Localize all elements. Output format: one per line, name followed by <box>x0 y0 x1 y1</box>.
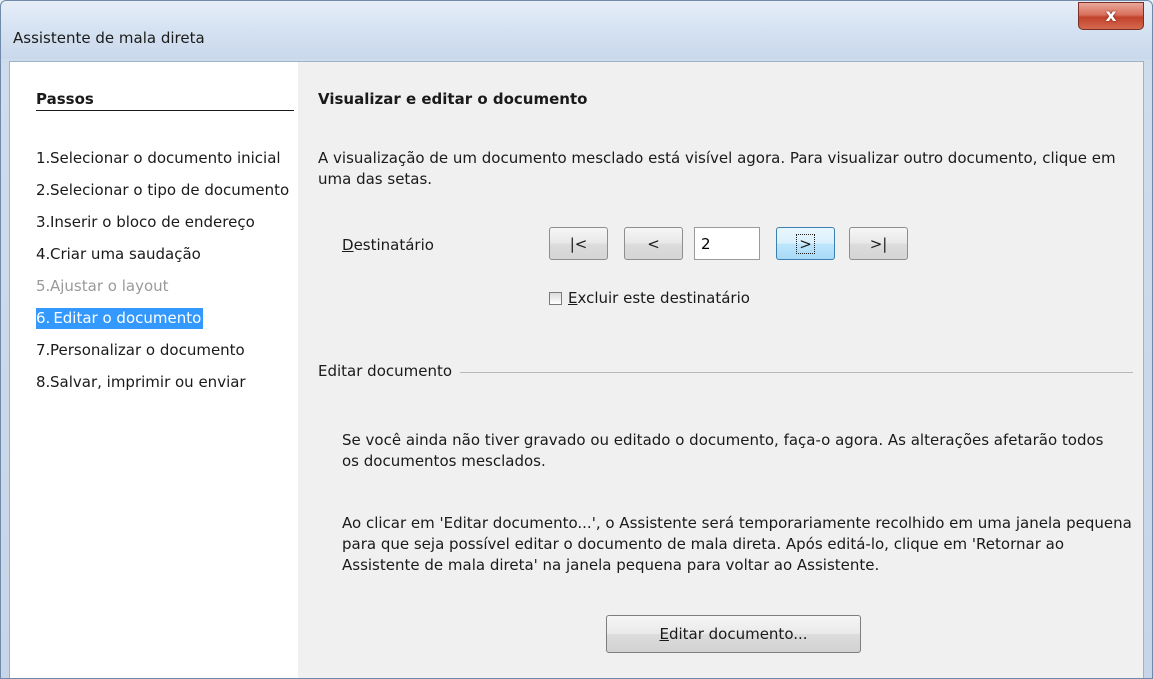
first-recipient-button[interactable]: |< <box>549 227 608 260</box>
next-recipient-button[interactable]: > <box>776 227 835 260</box>
recipient-label: Destinatário <box>342 236 434 254</box>
close-icon: x <box>1105 6 1117 26</box>
edit-document-button-label: Editar documento... <box>659 625 808 643</box>
step-highlight: 6. Editar o documento <box>36 308 204 329</box>
first-icon: |< <box>569 234 588 253</box>
steps-title: Passos <box>36 90 294 111</box>
step-3[interactable]: 3. Inserir o bloco de endereço <box>36 212 294 233</box>
previous-icon: < <box>647 234 660 253</box>
close-button[interactable]: x <box>1078 2 1144 30</box>
step-number: 7. <box>36 341 51 359</box>
step-label: Inserir o bloco de endereço <box>50 213 255 231</box>
step-2[interactable]: 2. Selecionar o tipo de documento <box>36 180 294 201</box>
step-label: Selecionar o documento inicial <box>50 149 281 167</box>
step-label: Salvar, imprimir ou enviar <box>50 373 246 391</box>
window-title: Assistente de mala direta <box>13 29 205 47</box>
step-label: Ajustar o layout <box>50 277 169 295</box>
step-number: 2. <box>36 181 51 199</box>
mail-merge-wizard-window: Assistente de mala direta x Passos 1. Se… <box>0 0 1153 679</box>
step-number: 8. <box>36 373 51 391</box>
last-icon: >| <box>869 234 888 253</box>
last-recipient-button[interactable]: >| <box>849 227 908 260</box>
page-title: Visualizar e editar o documento <box>318 90 588 108</box>
previous-recipient-button[interactable]: < <box>624 227 683 260</box>
step-4[interactable]: 4. Criar uma saudação <box>36 244 294 265</box>
step-label: Personalizar o documento <box>50 341 245 359</box>
step-1[interactable]: 1. Selecionar o documento inicial <box>36 148 294 169</box>
step-number: 4. <box>36 245 51 263</box>
steps-list: 1. Selecionar o documento inicial 2. Sel… <box>36 148 294 404</box>
next-icon: > <box>796 233 815 254</box>
step-number: 5. <box>36 277 51 295</box>
exclude-recipient-label: Excluir este destinatário <box>568 289 750 307</box>
step-label: Selecionar o tipo de documento <box>50 181 290 199</box>
step-6[interactable]: 6. Editar o documento <box>36 308 294 329</box>
step-7[interactable]: 7. Personalizar o documento <box>36 340 294 361</box>
step-5: 5. Ajustar o layout <box>36 276 294 297</box>
step-number: 6. <box>36 309 51 327</box>
description-text: A visualização de um documento mesclado … <box>318 149 1116 188</box>
step-number: 3. <box>36 213 51 231</box>
step-label: Criar uma saudação <box>50 245 201 263</box>
steps-sidebar: Passos 1. Selecionar o documento inicial… <box>10 62 298 678</box>
exclude-recipient-checkbox[interactable] <box>549 291 562 305</box>
edit-document-section-header: Editar documento <box>318 362 1133 380</box>
edit-document-button[interactable]: Editar documento... <box>606 615 861 653</box>
section-divider <box>460 371 1133 373</box>
step-8[interactable]: 8. Salvar, imprimir ou enviar <box>36 372 294 393</box>
edit-instructions-text: Ao clicar em 'Editar documento...', o As… <box>342 514 1132 574</box>
step-number: 1. <box>36 149 51 167</box>
dialog-client-area: Passos 1. Selecionar o documento inicial… <box>9 61 1144 678</box>
section-title: Editar documento <box>318 362 453 380</box>
recipient-number-input[interactable] <box>694 227 760 260</box>
main-panel: Visualizar e editar o documento A visual… <box>298 62 1143 678</box>
step-label: Editar o documento <box>53 309 202 327</box>
exclude-recipient-checkbox-row[interactable]: Excluir este destinatário <box>549 289 750 307</box>
title-bar[interactable]: Assistente de mala direta x <box>1 1 1152 59</box>
edit-info-text: Se você ainda não tiver gravado ou edita… <box>342 431 1104 470</box>
